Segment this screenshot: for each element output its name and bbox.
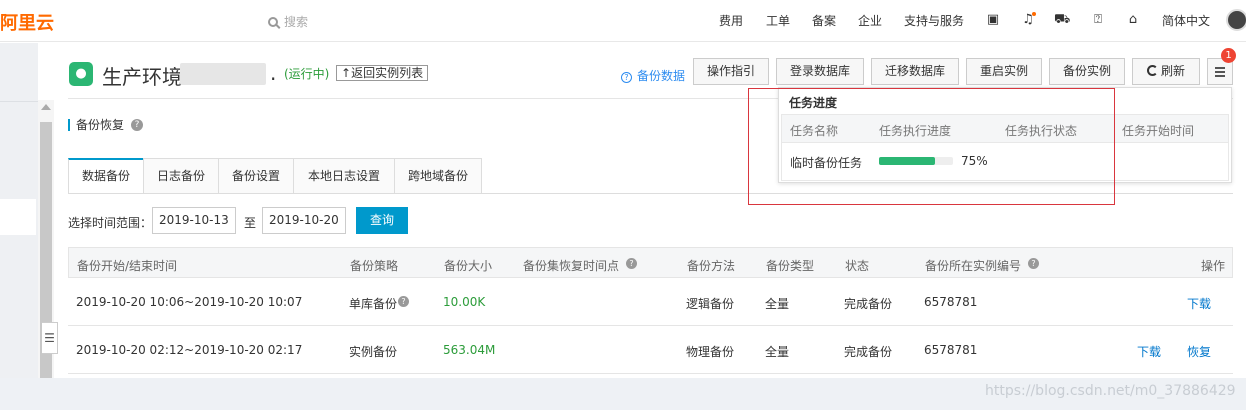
list-icon-line [1215, 71, 1225, 73]
to-label: 至 [244, 216, 257, 230]
download-link[interactable]: 下载 [1137, 343, 1161, 360]
notification-dot [1032, 12, 1036, 16]
tab-local-log-settings[interactable]: 本地日志设置 [293, 158, 395, 194]
list-icon-line [1215, 75, 1225, 77]
section-title: 备份恢复 [68, 119, 124, 131]
strategy-help-icon[interactable]: ? [398, 296, 409, 307]
cell-method: 物理备份 [686, 345, 735, 359]
sidebar-collapse-icon[interactable]: ☰ [42, 322, 58, 354]
cell-instance: 6578781 [924, 295, 978, 309]
nav-icp[interactable]: 备案 [812, 12, 836, 29]
backup-data-link[interactable]: ? 备份数据 [621, 67, 685, 84]
home-icon[interactable]: ⌂ [1125, 12, 1141, 28]
back-to-list-button[interactable]: ↑返回实例列表 [336, 65, 429, 81]
guide-button[interactable]: 操作指引 [693, 58, 769, 85]
cell-size: 563.04M [443, 343, 496, 357]
restart-instance-button[interactable]: 重启实例 [966, 58, 1042, 85]
instance-name-redacted [180, 63, 266, 85]
cart-icon[interactable]: ⛟ [1054, 12, 1070, 28]
section-help-icon[interactable]: ? [131, 119, 143, 131]
help-icon[interactable]: ⍰ [1090, 12, 1106, 28]
arrow-up-icon: ↑ [341, 66, 352, 80]
start-date-input[interactable]: 2019-10-13 [152, 207, 236, 234]
cell-type: 全量 [765, 345, 790, 359]
table-row: 2019-10-20 10:06~2019-10-20 10:07 单库备份 ?… [68, 278, 1233, 326]
download-link[interactable]: 下载 [1187, 295, 1211, 312]
nav-enterprise[interactable]: 企业 [858, 12, 882, 29]
login-db-button[interactable]: 登录数据库 [776, 58, 864, 85]
notification-badge: 1 [1221, 48, 1236, 63]
tab-data-backup[interactable]: 数据备份 [68, 158, 144, 194]
col-actions: 操作 [1201, 259, 1226, 273]
refresh-label: 刷新 [1160, 64, 1185, 78]
popup-col-start-time: 任务开始时间 [1122, 124, 1195, 138]
cell-size: 10.00K [443, 295, 486, 309]
cell-status: 完成备份 [844, 297, 893, 311]
left-sidebar [0, 43, 38, 378]
refresh-button[interactable]: 刷新 [1132, 58, 1200, 85]
cell-type: 全量 [765, 297, 790, 311]
top-bar: 阿里云 搜索 费用 工单 备案 企业 支持与服务 ▣ ♫ ⛟ ⍰ ⌂ 简体中文 [0, 0, 1246, 42]
col-method: 备份方法 [687, 259, 736, 273]
nav-billing[interactable]: 费用 [719, 12, 743, 29]
col-strategy: 备份策略 [350, 259, 399, 273]
back-to-list-label: 返回实例列表 [351, 66, 424, 80]
watermark: https://blog.csdn.net/m0_37886429 [985, 383, 1236, 399]
cell-method: 逻辑备份 [686, 297, 735, 311]
cell-strategy: 实例备份 [349, 345, 398, 359]
col-time: 备份开始/结束时间 [77, 259, 178, 273]
nav-tickets[interactable]: 工单 [766, 12, 790, 29]
end-date-input[interactable]: 2019-10-20 [262, 207, 346, 234]
search-icon [268, 17, 278, 27]
query-button[interactable]: 查询 [356, 207, 408, 234]
cell-time: 2019-10-20 02:12~2019-10-20 02:17 [76, 343, 303, 357]
question-icon: ? [621, 72, 632, 83]
col-restore-point: 备份集恢复时间点 [523, 259, 620, 273]
tab-backup-settings[interactable]: 备份设置 [218, 158, 294, 194]
col-type: 备份类型 [766, 259, 815, 273]
cell-instance: 6578781 [924, 343, 978, 357]
restore-point-help-icon[interactable]: ? [626, 258, 637, 269]
tab-log-backup[interactable]: 日志备份 [143, 158, 219, 194]
migrate-db-button[interactable]: 迁移数据库 [871, 58, 959, 85]
cell-status: 完成备份 [844, 345, 893, 359]
scroll-up-icon[interactable] [41, 104, 51, 110]
avatar[interactable] [1226, 9, 1246, 31]
instance-help-icon[interactable]: ? [1028, 258, 1039, 269]
database-icon: ● [69, 62, 93, 86]
table-row: 2019-10-20 02:12~2019-10-20 02:17 实例备份 5… [68, 326, 1233, 374]
highlight-box [748, 88, 1115, 205]
search-box[interactable]: 搜索 [268, 13, 308, 30]
sidebar-selected-item[interactable] [0, 199, 36, 235]
sidebar-divider [0, 101, 38, 102]
tab-cross-region-backup[interactable]: 跨地域备份 [394, 158, 482, 194]
page-title: 生产环境 [102, 65, 182, 89]
search-placeholder: 搜索 [284, 15, 309, 29]
list-icon [1215, 67, 1225, 69]
terminal-icon[interactable]: ▣ [985, 12, 1001, 28]
backup-data-label: 备份数据 [637, 69, 686, 83]
backup-instance-button[interactable]: 备份实例 [1049, 58, 1125, 85]
time-range-label: 选择时间范围： [68, 216, 153, 230]
status-badge: (运行中) [284, 67, 330, 81]
cell-strategy: 单库备份 [349, 297, 398, 311]
col-instance: 备份所在实例编号 [925, 259, 1022, 273]
refresh-icon [1146, 65, 1158, 76]
col-status: 状态 [845, 259, 870, 273]
brand-logo[interactable]: 阿里云 [0, 9, 54, 35]
restore-link[interactable]: 恢复 [1187, 343, 1211, 360]
language-switch[interactable]: 简体中文 [1162, 12, 1210, 29]
table-header: 备份开始/结束时间 备份策略 备份大小 备份集恢复时间点 ? 备份方法 备份类型… [68, 247, 1233, 278]
col-size: 备份大小 [444, 259, 493, 273]
title-suffix: . [270, 61, 277, 85]
cell-time: 2019-10-20 10:06~2019-10-20 10:07 [76, 295, 303, 309]
nav-support[interactable]: 支持与服务 [904, 12, 964, 29]
